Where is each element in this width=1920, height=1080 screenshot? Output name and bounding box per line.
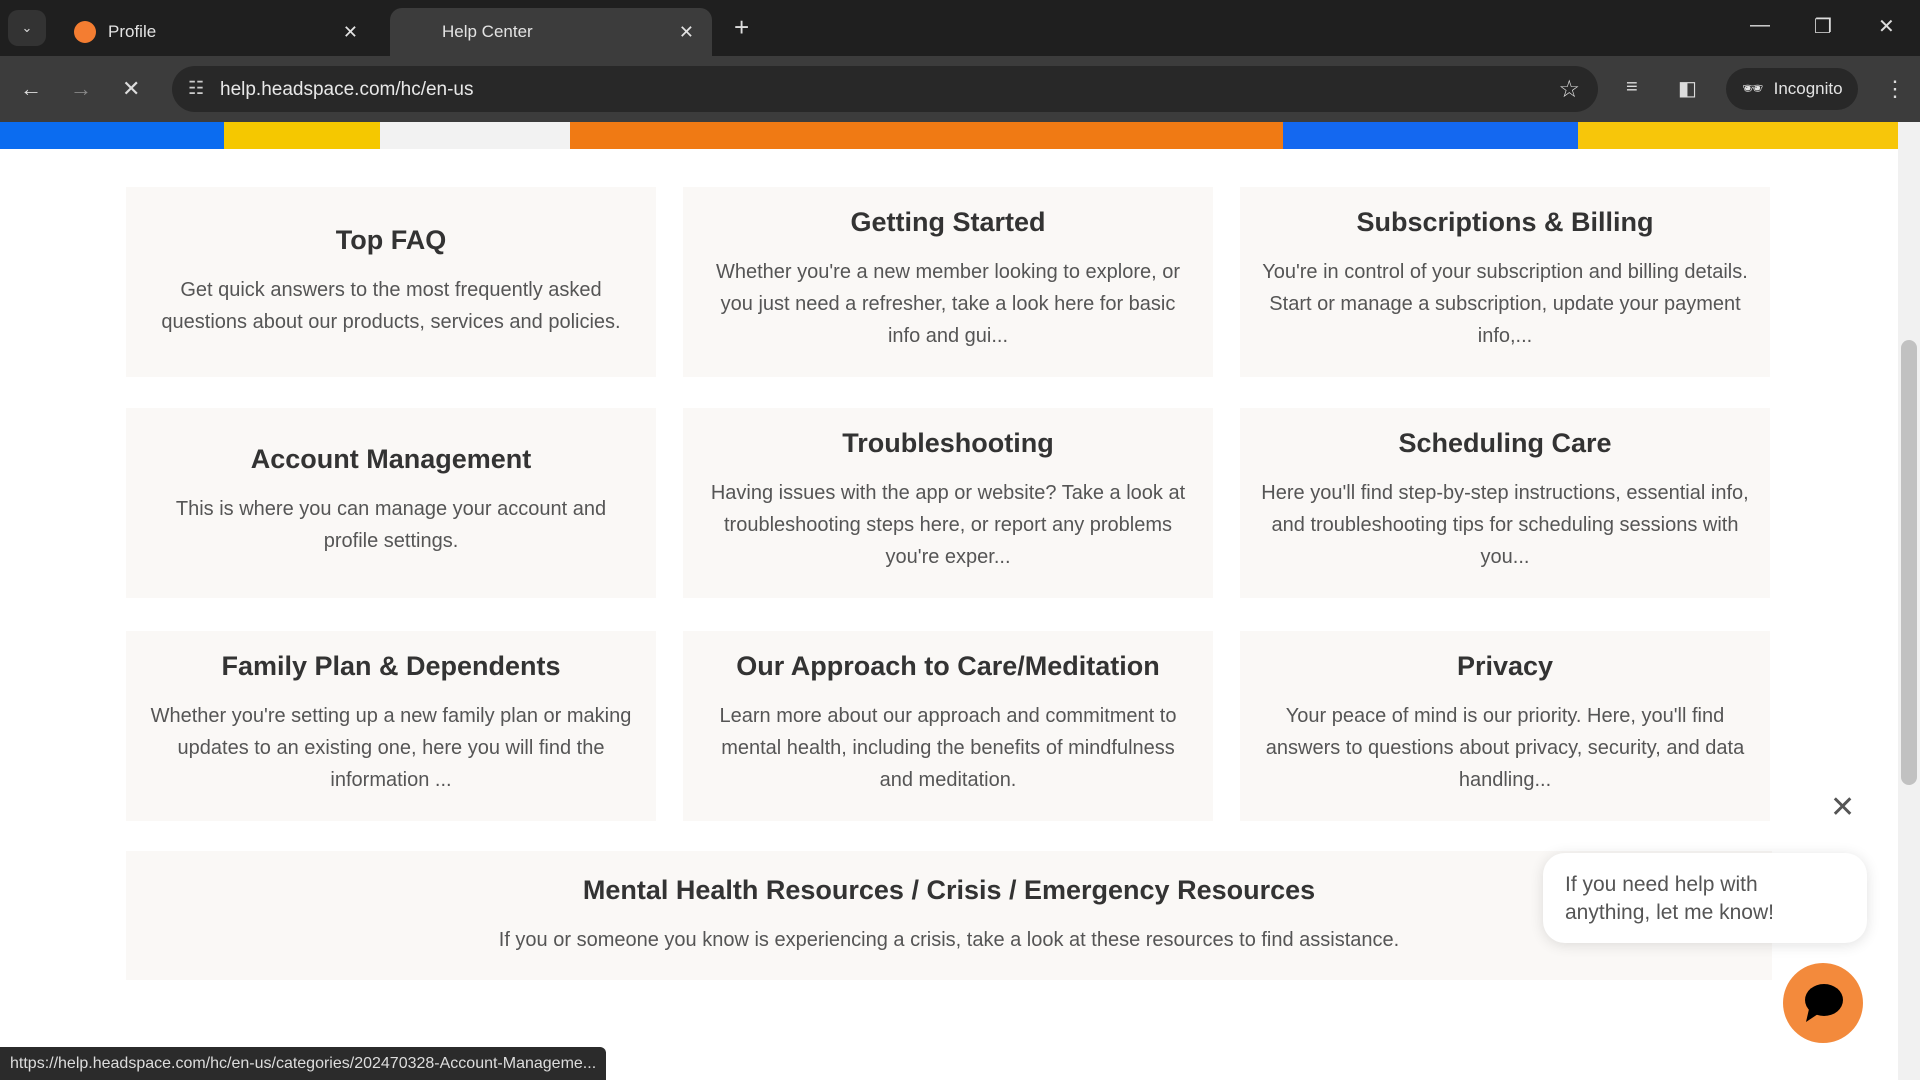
category-title[interactable]: Family Plan & Dependents: [126, 651, 656, 682]
stop-loading-button[interactable]: ✕: [122, 76, 140, 102]
category-title[interactable]: Troubleshooting: [683, 428, 1213, 459]
category-title[interactable]: Top FAQ: [126, 225, 656, 256]
tab-title: Profile: [108, 22, 157, 41]
close-tab-icon[interactable]: ✕: [343, 22, 358, 43]
address-bar[interactable]: ☷ help.headspace.com/hc/en-us ☆: [172, 66, 1598, 112]
category-title[interactable]: Getting Started: [683, 207, 1213, 238]
category-title[interactable]: Privacy: [1240, 651, 1770, 682]
category-card[interactable]: Troubleshooting Having issues with the ap…: [683, 408, 1213, 598]
category-description: Get quick answers to the most frequently…: [161, 279, 621, 333]
close-window-button[interactable]: ✕: [1878, 14, 1895, 39]
close-tab-icon[interactable]: ✕: [679, 22, 694, 43]
hero-banner: [0, 122, 1898, 149]
media-controls-icon[interactable]: ≡: [1626, 76, 1638, 99]
category-card[interactable]: Our Approach to Care/Meditation Learn mor…: [683, 631, 1213, 821]
category-description: Whether you're a new member looking to e…: [715, 261, 1181, 347]
category-card[interactable]: Subscriptions & Billing You're in control…: [1240, 187, 1770, 377]
category-description: Learn more about our approach and commit…: [719, 705, 1177, 791]
category-description: You're in control of your subscription a…: [1262, 261, 1748, 347]
site-info-icon[interactable]: ☷: [188, 78, 204, 99]
category-card[interactable]: Top FAQ Get quick answers to the most fre…: [126, 187, 656, 377]
category-title[interactable]: Scheduling Care: [1240, 428, 1770, 459]
favicon-icon: [74, 21, 96, 43]
chat-bubble-icon: [1805, 984, 1843, 1022]
category-card[interactable]: Getting Started Whether you're a new memb…: [683, 187, 1213, 377]
new-tab-button[interactable]: +: [734, 12, 749, 43]
category-card[interactable]: Family Plan & Dependents Whether you're s…: [126, 631, 656, 821]
category-description: Having issues with the app or website? T…: [710, 482, 1186, 568]
close-chat-icon[interactable]: ✕: [1830, 790, 1855, 825]
restore-button[interactable]: ❐: [1814, 14, 1832, 39]
category-card[interactable]: Account Management This is where you can …: [126, 408, 656, 598]
category-description: If you or someone you know is experienci…: [498, 929, 1400, 951]
menu-icon[interactable]: ⋮: [1884, 76, 1906, 102]
incognito-badge[interactable]: 🕶 Incognito: [1726, 68, 1858, 110]
browser-toolbar: ← → ✕ ☷ help.headspace.com/hc/en-us ☆ ≡ …: [0, 56, 1920, 122]
scrollbar-thumb[interactable]: [1901, 340, 1917, 785]
tab-search-button[interactable]: ⌄: [8, 10, 46, 46]
status-bar-url: https://help.headspace.com/hc/en-us/cate…: [0, 1047, 607, 1080]
category-card[interactable]: Mental Health Resources / Crisis / Emerg…: [126, 851, 1772, 980]
category-title[interactable]: Account Management: [126, 444, 656, 475]
category-description: Your peace of mind is our priority. Here…: [1265, 705, 1745, 791]
category-title[interactable]: Mental Health Resources / Crisis / Emerg…: [126, 875, 1772, 906]
category-title[interactable]: Subscriptions & Billing: [1240, 207, 1770, 238]
category-card[interactable]: Scheduling Care Here you'll find step-by-…: [1240, 408, 1770, 598]
tab-strip: ⌄ Profile ✕ Help Center ✕ + — ❐ ✕: [0, 0, 1920, 56]
tab-help-center[interactable]: Help Center ✕: [390, 8, 712, 56]
url-text[interactable]: help.headspace.com/hc/en-us: [220, 79, 474, 101]
minimize-button[interactable]: —: [1750, 14, 1770, 37]
chat-launcher-button[interactable]: [1783, 963, 1863, 1043]
incognito-icon: 🕶: [1742, 79, 1764, 98]
incognito-label: Incognito: [1773, 79, 1843, 98]
bookmark-star-icon[interactable]: ☆: [1558, 75, 1580, 104]
tab-title: Help Center: [442, 22, 533, 41]
back-button[interactable]: ←: [20, 76, 42, 102]
chat-greeting[interactable]: If you need help with anything, let me k…: [1543, 853, 1867, 943]
category-description: Here you'll find step-by-step instructio…: [1261, 482, 1749, 568]
tab-profile[interactable]: Profile ✕: [56, 8, 376, 56]
category-title[interactable]: Our Approach to Care/Meditation: [683, 651, 1213, 682]
side-panel-icon[interactable]: ◧: [1678, 76, 1697, 101]
category-description: Whether you're setting up a new family p…: [150, 705, 632, 791]
forward-button[interactable]: →: [70, 76, 92, 102]
category-description: This is where you can manage your accoun…: [175, 498, 607, 552]
category-card[interactable]: Privacy Your peace of mind is our priorit…: [1240, 631, 1770, 821]
